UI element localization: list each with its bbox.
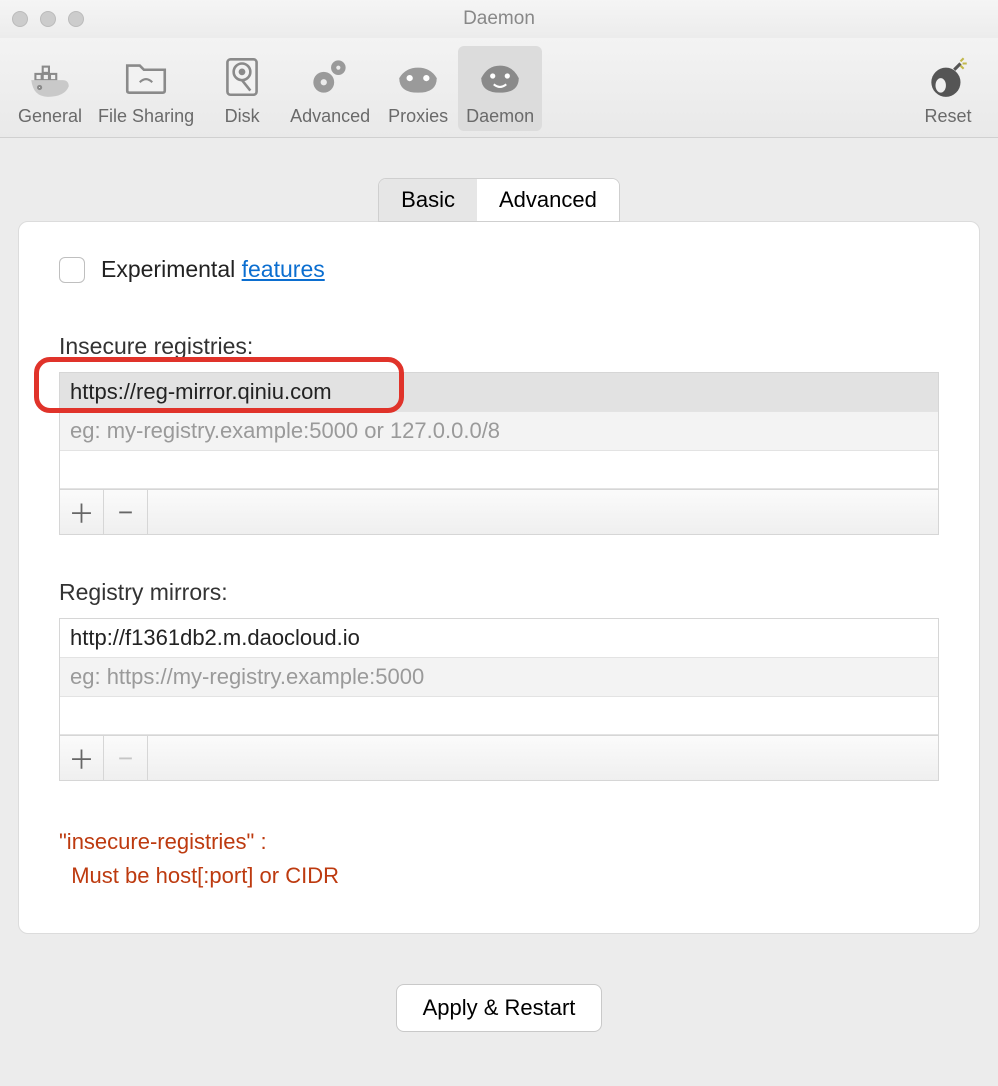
whale-mask-icon [390, 48, 446, 104]
bomb-icon [920, 48, 976, 104]
subtab-bar: Basic Advanced [18, 178, 980, 222]
mirrors-add-button[interactable]: ＋ [60, 736, 104, 780]
tab-daemon[interactable]: Daemon [458, 46, 542, 131]
insecure-registries-list: https://reg-mirror.qiniu.com eg: my-regi… [59, 372, 939, 535]
control-fill [148, 490, 938, 534]
folder-icon [118, 48, 174, 104]
tab-advanced-label: Advanced [290, 106, 370, 127]
window-title: Daemon [0, 8, 998, 30]
validation-error: "insecure-registries" : Must be host[:po… [59, 825, 939, 893]
tab-daemon-label: Daemon [466, 106, 534, 127]
tab-proxies-label: Proxies [388, 106, 448, 127]
subtab-basic[interactable]: Basic [379, 179, 477, 221]
list-empty-row [60, 697, 938, 735]
insecure-registries-label: Insecure registries: [59, 333, 939, 360]
features-link[interactable]: features [242, 256, 325, 282]
tab-disk-label: Disk [225, 106, 260, 127]
insecure-registry-placeholder[interactable]: eg: my-registry.example:5000 or 127.0.0.… [60, 412, 938, 451]
reset-button[interactable]: Reset [908, 46, 988, 131]
list-empty-row [60, 451, 938, 489]
mirrors-list-controls: ＋ − [60, 735, 938, 780]
tab-file-sharing-label: File Sharing [98, 106, 194, 127]
subtab-advanced[interactable]: Advanced [477, 179, 619, 221]
error-line-1: "insecure-registries" : [59, 825, 939, 859]
registry-mirror-placeholder[interactable]: eg: https://my-registry.example:5000 [60, 658, 938, 697]
tab-file-sharing[interactable]: File Sharing [90, 46, 202, 131]
experimental-checkbox[interactable] [59, 257, 85, 283]
settings-panel: Experimental features Insecure registrie… [18, 221, 980, 934]
control-fill [148, 736, 938, 780]
error-line-2: Must be host[:port] or CIDR [59, 859, 939, 893]
apply-restart-button[interactable]: Apply & Restart [396, 984, 603, 1032]
gears-icon [302, 48, 358, 104]
insecure-remove-button[interactable]: − [104, 490, 148, 534]
experimental-row: Experimental features [59, 256, 939, 283]
whale-happy-icon [472, 48, 528, 104]
content-area: Basic Advanced Experimental features Ins… [0, 138, 998, 1032]
window-controls [12, 11, 84, 27]
close-window-button[interactable] [12, 11, 28, 27]
tab-general[interactable]: General [10, 46, 90, 131]
footer: Apply & Restart [18, 934, 980, 1032]
registry-mirror-entry[interactable]: http://f1361db2.m.daocloud.io [60, 619, 938, 658]
tab-proxies[interactable]: Proxies [378, 46, 458, 131]
titlebar: Daemon [0, 0, 998, 38]
disk-icon [214, 48, 270, 104]
registry-mirrors-label: Registry mirrors: [59, 579, 939, 606]
reset-label: Reset [924, 106, 971, 127]
mirrors-remove-button[interactable]: − [104, 736, 148, 780]
whale-icon [22, 48, 78, 104]
tab-disk[interactable]: Disk [202, 46, 282, 131]
registry-mirrors-list: http://f1361db2.m.daocloud.io eg: https:… [59, 618, 939, 781]
minimize-window-button[interactable] [40, 11, 56, 27]
insecure-list-controls: ＋ − [60, 489, 938, 534]
insecure-registry-entry[interactable]: https://reg-mirror.qiniu.com [60, 373, 938, 412]
tab-general-label: General [18, 106, 82, 127]
insecure-registry-value: https://reg-mirror.qiniu.com [70, 379, 332, 405]
registry-mirror-value: http://f1361db2.m.daocloud.io [70, 625, 360, 651]
insecure-add-button[interactable]: ＋ [60, 490, 104, 534]
experimental-label: Experimental features [101, 256, 325, 283]
experimental-text: Experimental [101, 256, 242, 282]
zoom-window-button[interactable] [68, 11, 84, 27]
tab-advanced[interactable]: Advanced [282, 46, 378, 131]
main-toolbar: General File Sharing Disk Advanced [0, 38, 998, 138]
